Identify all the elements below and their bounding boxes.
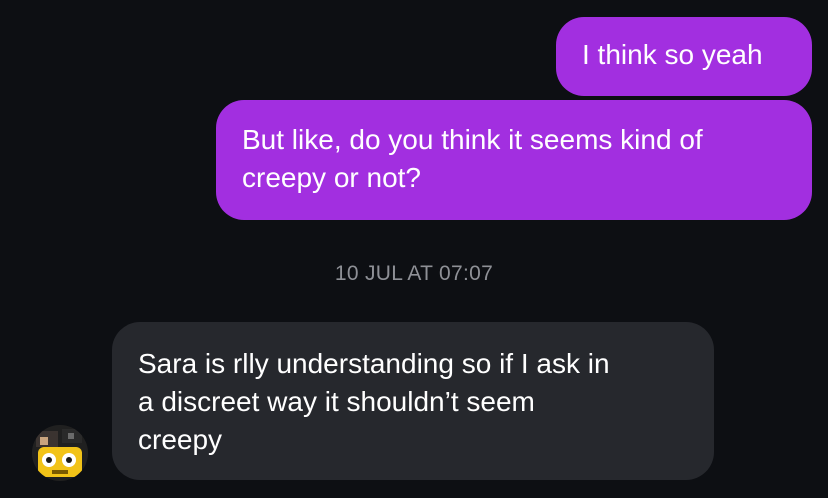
- message-timestamp: 10 JUL AT 07:07: [334, 262, 494, 285]
- sent-message-bubble[interactable]: I think so yeah: [556, 17, 812, 96]
- received-message-bubble[interactable]: Sara is rlly understanding so if I ask i…: [112, 322, 714, 480]
- chat-thread: I think so yeah But like, do you think i…: [0, 0, 828, 498]
- avatar[interactable]: [32, 425, 88, 481]
- yellow-robot-avatar-icon: [32, 425, 88, 481]
- sent-message-bubble[interactable]: But like, do you think it seems kind of …: [216, 100, 812, 220]
